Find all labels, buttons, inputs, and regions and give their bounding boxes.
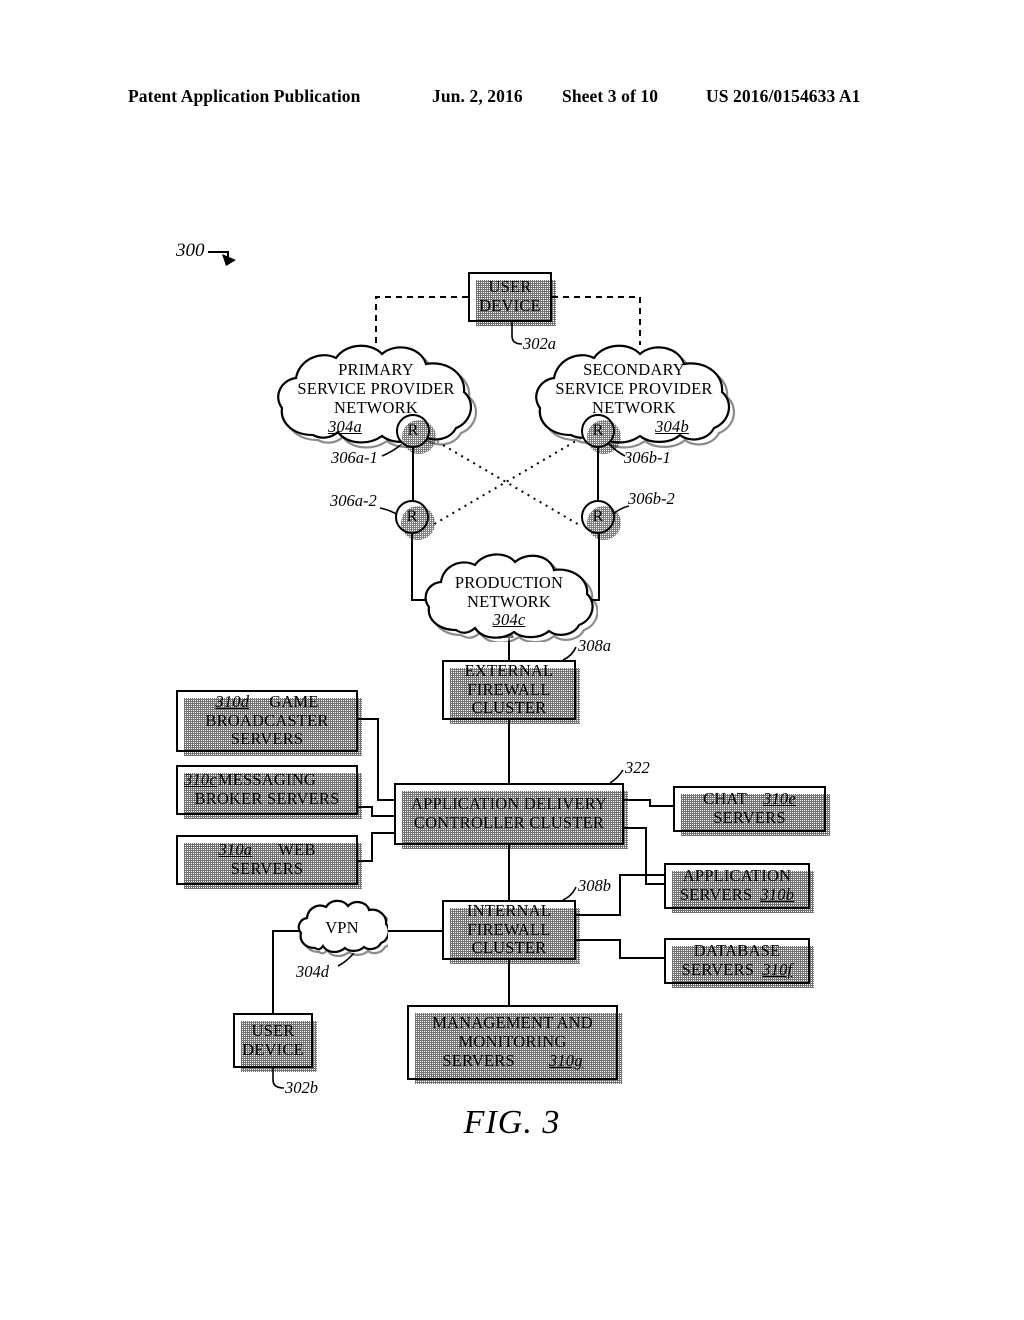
management-monitoring-servers[interactable]: MANAGEMENT AND MONITORING SERVERS 310g — [407, 1005, 622, 1084]
ref-306b-2: 306b-2 — [628, 489, 675, 508]
lead-322 — [609, 769, 624, 784]
router-306b-1[interactable]: R — [581, 414, 621, 454]
ref-302b: 302b — [285, 1078, 318, 1097]
link-game-broadcaster-adc — [358, 718, 394, 801]
lead-308a — [562, 646, 577, 661]
ref-306a-2: 306a-2 — [330, 491, 377, 510]
link-internal-firewall-database — [576, 939, 664, 959]
external-firewall-line2: FIREWALL — [467, 679, 551, 699]
production-network[interactable]: PRODUCTION NETWORK 304c — [420, 550, 599, 644]
secondary-service-provider-network[interactable]: SECONDARY SERVICE PROVIDER NETWORK 304b — [530, 340, 738, 450]
application-servers-line1: APPLICATION — [682, 866, 792, 886]
link-adc-chat-servers — [624, 799, 673, 807]
messaging-broker-line2: BROKER SERVERS — [194, 789, 340, 808]
link-user-device-secondary — [552, 296, 641, 345]
ref-310d: 310d — [215, 691, 250, 711]
user-device-top-line2: DEVICE — [479, 296, 541, 315]
game-broadcaster-line3: SERVERS — [230, 729, 304, 749]
adc-line1: APPLICATION DELIVERY — [410, 794, 608, 814]
link-messaging-broker-adc — [358, 806, 394, 817]
chat-servers[interactable]: CHAT 310e SERVERS — [673, 786, 830, 836]
cloud-shape — [535, 344, 736, 449]
management-line3: SERVERS — [442, 1050, 515, 1070]
adc-line2: CONTROLLER CLUSTER — [413, 813, 605, 832]
internal-firewall-line1: INTERNAL — [466, 900, 552, 920]
ref-310f: 310f — [762, 960, 793, 979]
ref-306a-1: 306a-1 — [331, 448, 378, 467]
router-306b-2[interactable]: R — [581, 500, 621, 540]
user-device-bottom-line1: USER — [251, 1020, 295, 1040]
ref-310a: 310a — [218, 840, 253, 860]
ref-310b: 310b — [760, 885, 795, 904]
router-glyph: R — [407, 422, 419, 439]
web-servers-line1: WEB — [278, 840, 316, 860]
chat-servers-line2: SERVERS — [713, 808, 786, 827]
link-user-device-primary — [375, 296, 468, 345]
ref-310g: 310g — [548, 1050, 583, 1070]
figure-lead-arrow — [222, 254, 236, 266]
user-device-bottom-line2: DEVICE — [242, 1039, 304, 1059]
management-line2: MONITORING — [458, 1032, 567, 1052]
link-306b1-306a2 — [430, 437, 582, 527]
messaging-broker-line1: MESSAGING — [217, 770, 316, 790]
ref-308a: 308a — [578, 636, 611, 655]
external-firewall-line1: EXTERNAL — [464, 660, 554, 680]
ref-304d: 304d — [296, 962, 329, 981]
game-broadcaster-line1: GAME — [269, 691, 319, 711]
external-firewall-line3: CLUSTER — [471, 698, 547, 718]
application-delivery-controller-cluster[interactable]: APPLICATION DELIVERY CONTROLLER CLUSTER — [394, 783, 628, 849]
router-306a-2[interactable]: R — [395, 500, 435, 540]
user-device-bottom[interactable]: USER DEVICE — [233, 1013, 317, 1072]
link-adc-application-servers — [624, 827, 664, 885]
router-glyph: R — [592, 422, 604, 439]
management-line1: MANAGEMENT AND — [432, 1013, 593, 1033]
link-306a1-306b2 — [430, 437, 582, 527]
figure-number: 300 — [176, 240, 205, 261]
web-servers[interactable]: 310a WEB SERVERS — [176, 835, 362, 889]
user-device-top-line1: USER — [488, 277, 532, 297]
ref-302a: 302a — [523, 334, 556, 353]
database-servers[interactable]: DATABASE SERVERS 310f — [664, 938, 814, 988]
web-servers-line2: SERVERS — [230, 859, 304, 878]
figure-lead-line — [208, 251, 229, 258]
ref-306b-1: 306b-1 — [624, 448, 671, 467]
cloud-shape — [424, 553, 599, 644]
ref-310e: 310e — [763, 789, 796, 809]
ref-308b: 308b — [578, 876, 611, 895]
application-servers-line2: SERVERS — [679, 885, 753, 904]
chat-servers-line1: CHAT — [703, 789, 747, 809]
internal-firewall-cluster[interactable]: INTERNAL FIREWALL CLUSTER — [442, 900, 580, 964]
router-glyph: R — [406, 508, 418, 525]
messaging-broker-servers[interactable]: 310c MESSAGING BROKER SERVERS — [176, 765, 362, 819]
application-servers[interactable]: APPLICATION SERVERS 310b — [664, 863, 814, 913]
lead-308b — [562, 886, 577, 901]
figure-300: 300 USER DEVICE 302a PRIMARY SERVICE PRO… — [0, 0, 1024, 1320]
game-broadcaster-servers[interactable]: 310d GAME BROADCASTER SERVERS — [176, 690, 362, 756]
internal-firewall-line3: CLUSTER — [471, 938, 547, 958]
figure-caption: FIG. 3 — [463, 1104, 561, 1141]
external-firewall-cluster[interactable]: EXTERNAL FIREWALL CLUSTER — [442, 660, 580, 724]
game-broadcaster-line2: BROADCASTER — [205, 710, 329, 730]
internal-firewall-line2: FIREWALL — [467, 919, 551, 939]
database-servers-line1: DATABASE — [693, 941, 781, 961]
database-servers-line2: SERVERS — [681, 960, 755, 979]
primary-service-provider-network[interactable]: PRIMARY SERVICE PROVIDER NETWORK 304a — [272, 340, 480, 450]
router-306a-1[interactable]: R — [396, 414, 436, 454]
cloud-shape — [297, 899, 394, 957]
user-device-top[interactable]: USER DEVICE — [468, 272, 556, 326]
ref-310c: 310c — [184, 770, 217, 790]
link-web-servers-adc — [358, 832, 394, 862]
ref-322: 322 — [625, 758, 650, 777]
router-glyph: R — [592, 508, 604, 525]
vpn-cloud[interactable]: VPN — [296, 898, 394, 958]
cloud-shape — [277, 344, 478, 449]
